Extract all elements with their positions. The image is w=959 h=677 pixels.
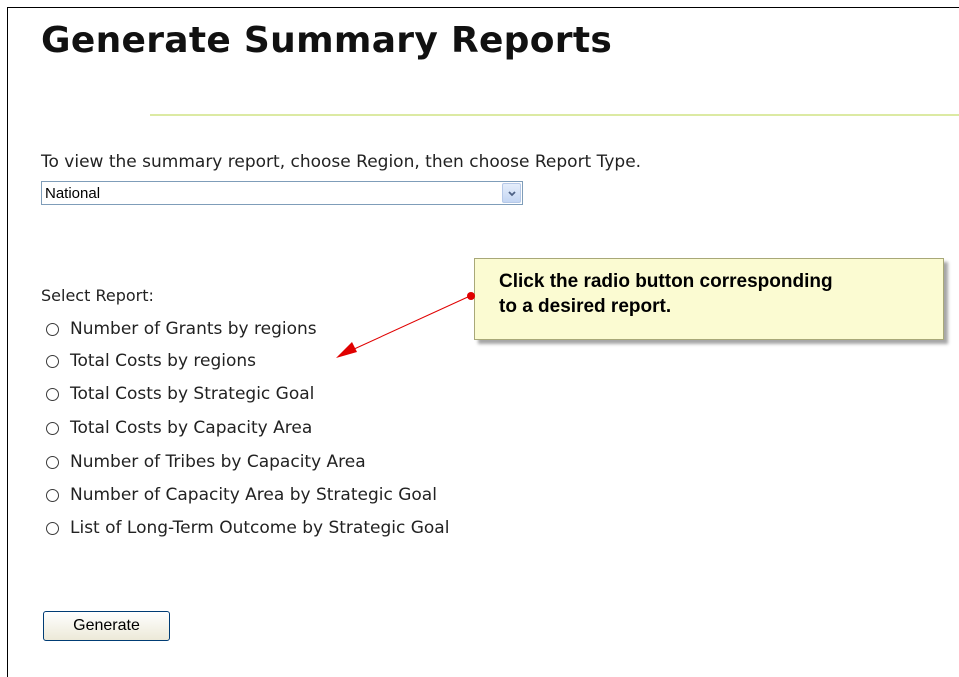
region-select[interactable]: National bbox=[41, 181, 523, 205]
report-option-label: Total Costs by regions bbox=[70, 351, 257, 371]
callout-text: Click the radio button corresponding to … bbox=[499, 269, 929, 319]
radio-button[interactable] bbox=[46, 521, 59, 535]
report-option-label: Number of Capacity Area by Strategic Goa… bbox=[70, 485, 437, 505]
report-option-label: Total Costs by Strategic Goal bbox=[70, 384, 315, 404]
report-option-capacity-area-by-strategic-goal[interactable]: Number of Capacity Area by Strategic Goa… bbox=[46, 484, 437, 506]
select-report-label: Select Report: bbox=[41, 286, 154, 305]
report-option-tribes-by-capacity-area[interactable]: Number of Tribes by Capacity Area bbox=[46, 451, 366, 473]
instruction-callout: Click the radio button corresponding to … bbox=[474, 258, 944, 340]
title-divider bbox=[150, 114, 959, 116]
radio-button[interactable] bbox=[46, 322, 59, 336]
report-option-grants-by-regions[interactable]: Number of Grants by regions bbox=[46, 318, 317, 340]
radio-button[interactable] bbox=[46, 455, 59, 469]
region-select-value: National bbox=[45, 185, 101, 202]
callout-line-2: to a desired report. bbox=[499, 296, 672, 317]
report-option-label: Number of Tribes by Capacity Area bbox=[70, 452, 366, 472]
content-frame bbox=[7, 7, 959, 677]
report-option-label: Number of Grants by regions bbox=[70, 319, 317, 339]
report-option-costs-by-strategic-goal[interactable]: Total Costs by Strategic Goal bbox=[46, 383, 314, 405]
report-option-label: Total Costs by Capacity Area bbox=[70, 418, 313, 438]
callout-line-1: Click the radio button corresponding bbox=[499, 271, 833, 292]
radio-button[interactable] bbox=[46, 421, 59, 435]
dropdown-button[interactable] bbox=[502, 183, 521, 203]
page-title: Generate Summary Reports bbox=[41, 20, 613, 61]
report-option-costs-by-regions[interactable]: Total Costs by regions bbox=[46, 350, 256, 372]
chevron-down-icon bbox=[508, 191, 516, 197]
report-option-label: List of Long-Term Outcome by Strategic G… bbox=[70, 518, 450, 538]
report-option-costs-by-capacity-area[interactable]: Total Costs by Capacity Area bbox=[46, 417, 312, 439]
report-option-long-term-outcome-by-strategic-goal[interactable]: List of Long-Term Outcome by Strategic G… bbox=[46, 517, 449, 539]
radio-button[interactable] bbox=[46, 387, 59, 401]
generate-button[interactable]: Generate bbox=[43, 611, 170, 641]
radio-button[interactable] bbox=[46, 488, 59, 502]
instruction-text: To view the summary report, choose Regio… bbox=[41, 152, 642, 172]
radio-button[interactable] bbox=[46, 354, 59, 368]
